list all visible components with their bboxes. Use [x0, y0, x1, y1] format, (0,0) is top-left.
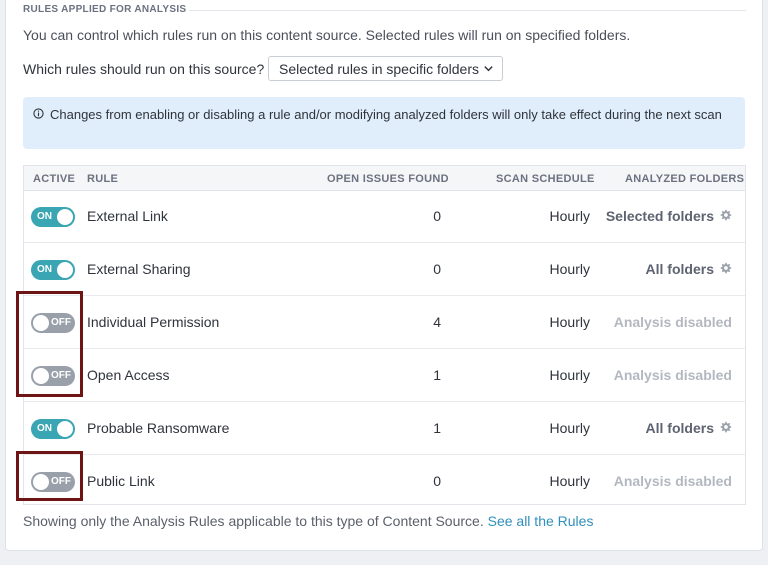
analyzed-folders-value: Selected folders [605, 208, 714, 224]
analyzed-folders-value: All folders [645, 261, 714, 277]
rule-name: External Link [87, 208, 168, 224]
rules-selector-label: Which rules should run on this source? [23, 61, 265, 77]
scan-schedule: Hourly [549, 473, 590, 489]
open-issues-count: 0 [433, 261, 441, 277]
table-row: OFF Open Access 1 Hourly Analysis disabl… [24, 349, 745, 402]
rules-table: ACTIVE RULE OPEN ISSUES FOUND SCAN SCHED… [23, 165, 746, 505]
table-row: ON External Sharing 0 Hourly All folders [24, 243, 745, 296]
scan-schedule: Hourly [549, 261, 590, 277]
section-description: You can control which rules run on this … [23, 27, 631, 43]
analyzed-folders-link[interactable]: All folders [584, 261, 732, 277]
see-all-rules-link[interactable]: See all the Rules [488, 513, 594, 529]
column-header-rule: RULE [87, 173, 119, 185]
highlight-box [16, 291, 83, 397]
gear-icon[interactable] [719, 421, 732, 434]
footer-note: Showing only the Analysis Rules applicab… [23, 513, 593, 529]
rules-selector-dropdown[interactable]: Selected rules in specific folders [268, 56, 503, 81]
column-header-scan-schedule: SCAN SCHEDULE [496, 173, 595, 185]
analysis-rules-panel: RULES APPLIED FOR ANALYSIS You can contr… [5, 0, 763, 551]
gear-icon[interactable] [719, 209, 732, 222]
rules-selector-value: Selected rules in specific folders [279, 61, 479, 77]
toggle-state-label: ON [37, 264, 52, 275]
analyzed-folders-value: Analysis disabled [613, 314, 732, 330]
rule-name: Probable Ransomware [87, 420, 230, 436]
scan-schedule: Hourly [549, 420, 590, 436]
scan-schedule: Hourly [549, 314, 590, 330]
toggle-knob [57, 209, 73, 225]
active-toggle[interactable]: ON [31, 207, 75, 227]
open-issues-count: 1 [433, 367, 441, 383]
table-header: ACTIVE RULE OPEN ISSUES FOUND SCAN SCHED… [24, 166, 745, 191]
footer-text: Showing only the Analysis Rules applicab… [23, 513, 484, 529]
toggle-knob [57, 421, 73, 437]
toggle-state-label: ON [37, 423, 52, 434]
info-icon [33, 108, 44, 119]
column-header-analyzed-folders: ANALYZED FOLDERS [625, 173, 745, 185]
column-header-active: ACTIVE [33, 173, 76, 185]
table-row: ON Probable Ransomware 1 Hourly All fold… [24, 402, 745, 455]
rule-name: External Sharing [87, 261, 191, 277]
rule-name: Individual Permission [87, 314, 220, 330]
scan-schedule: Hourly [549, 208, 590, 224]
section-title: RULES APPLIED FOR ANALYSIS [23, 4, 187, 15]
toggle-state-label: ON [37, 211, 52, 222]
info-banner-text: Changes from enabling or disabling a rul… [50, 107, 722, 122]
open-issues-count: 0 [433, 473, 441, 489]
active-toggle[interactable]: ON [31, 419, 75, 439]
table-row: ON External Link 0 Hourly Selected folde… [24, 190, 745, 243]
analyzed-folders-value: Analysis disabled [613, 367, 732, 383]
highlight-box [16, 451, 83, 501]
analyzed-folders-link[interactable]: Selected folders [584, 208, 732, 224]
table-row: OFF Individual Permission 4 Hourly Analy… [24, 296, 745, 349]
toggle-knob [57, 262, 73, 278]
open-issues-count: 4 [433, 314, 441, 330]
active-toggle[interactable]: ON [31, 260, 75, 280]
chevron-down-icon [484, 66, 493, 72]
analyzed-folders-link[interactable]: All folders [584, 420, 732, 436]
open-issues-count: 1 [433, 420, 441, 436]
rule-name: Open Access [87, 367, 170, 383]
info-banner: Changes from enabling or disabling a rul… [23, 97, 745, 149]
open-issues-count: 0 [433, 208, 441, 224]
analyzed-folders-value: Analysis disabled [613, 473, 732, 489]
column-header-open-issues: OPEN ISSUES FOUND [327, 173, 449, 185]
scan-schedule: Hourly [549, 367, 590, 383]
rule-name: Public Link [87, 473, 155, 489]
gear-icon[interactable] [719, 262, 732, 275]
analyzed-folders-value: All folders [645, 420, 714, 436]
section-divider [189, 10, 746, 11]
table-row: OFF Public Link 0 Hourly Analysis disabl… [24, 455, 745, 505]
